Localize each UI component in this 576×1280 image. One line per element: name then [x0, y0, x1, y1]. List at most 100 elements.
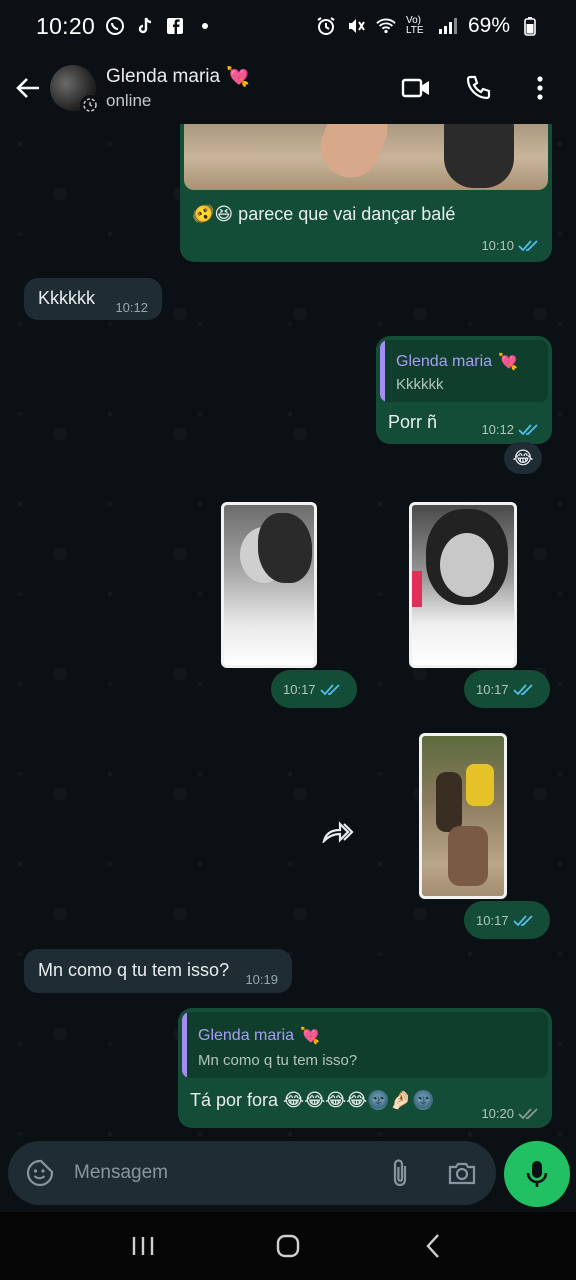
tiktok-icon	[135, 16, 155, 36]
contact-emoji: 💘	[226, 67, 250, 88]
image-attachment[interactable]	[184, 124, 548, 190]
more-options-button[interactable]	[518, 66, 562, 110]
message-meta: 10:10	[481, 238, 540, 253]
image-attachment[interactable]	[419, 733, 507, 899]
message-bubble-outgoing[interactable]: Glenda maria 💘 Mn como q tu tem isso? Tá…	[178, 1008, 552, 1128]
photo-face	[440, 533, 494, 597]
system-navigation-bar	[0, 1212, 576, 1280]
battery-percent: 69%	[467, 14, 510, 37]
sticker-icon	[26, 1159, 54, 1187]
forward-button[interactable]	[318, 812, 358, 852]
header-actions	[394, 66, 562, 110]
message-time: 10:17	[283, 682, 316, 697]
message-meta: 10:17	[283, 682, 342, 697]
status-time: 10:20	[36, 12, 96, 39]
quoted-message[interactable]: Glenda maria 💘 Kkkkkk	[380, 340, 548, 402]
read-receipt-icon	[518, 239, 538, 251]
wifi-icon	[376, 16, 396, 36]
message-bubble-outgoing[interactable]: 10:17	[271, 670, 357, 708]
signal-icon	[438, 16, 458, 36]
quote-author-name: Glenda maria	[396, 353, 493, 370]
message-meta: 10:20	[481, 1106, 540, 1121]
message-bubble-outgoing[interactable]: Glenda maria 💘 Kkkkkk Porr ñ 10:12	[376, 336, 552, 444]
quote-author-emoji: 💘	[498, 354, 518, 371]
message-time: 10:19	[245, 972, 278, 987]
message-meta: 10:12	[481, 422, 540, 437]
chat-header: Glenda maria 💘 online	[0, 52, 576, 124]
camera-button[interactable]	[440, 1151, 484, 1195]
network-label: Vo) LTE	[405, 15, 424, 36]
photo-red-accent	[412, 571, 422, 607]
message-text: 🫨😆 parece que vai dançar balé	[192, 204, 456, 224]
home-icon	[276, 1234, 300, 1258]
facebook-icon	[165, 16, 185, 36]
image-attachment[interactable]	[409, 502, 517, 668]
home-button[interactable]	[258, 1221, 318, 1271]
message-bubble-outgoing[interactable]: 🫨😆 parece que vai dançar balé 10:10	[180, 124, 552, 262]
message-text: Tá por fora 😂😂😂😂🌚🤌🏻🌚	[190, 1090, 435, 1110]
message-time: 10:10	[481, 238, 514, 253]
quote-text: Mn como q tu tem isso?	[198, 1052, 358, 1069]
delivered-receipt-icon	[518, 1107, 538, 1119]
quote-bar	[182, 1012, 187, 1078]
quote-author-name: Glenda maria	[198, 1027, 295, 1044]
message-text: Kkkkkk	[38, 288, 96, 308]
voice-message-button[interactable]	[504, 1141, 570, 1207]
message-text: Mn como q tu tem isso?	[38, 960, 230, 980]
video-call-button[interactable]	[394, 66, 438, 110]
message-input[interactable]	[74, 1153, 378, 1193]
message-time: 10:20	[481, 1106, 514, 1121]
voice-call-button[interactable]	[456, 66, 500, 110]
message-meta: 10:17	[476, 682, 535, 697]
read-receipt-icon	[518, 423, 538, 435]
chevron-left-icon	[426, 1234, 440, 1258]
message-bubble-outgoing[interactable]: 10:17	[464, 670, 550, 708]
message-time: 10:12	[115, 300, 148, 315]
read-receipt-icon	[512, 683, 533, 695]
recent-apps-button[interactable]	[113, 1221, 173, 1271]
attach-button[interactable]	[378, 1151, 422, 1195]
contact-name: Glenda maria	[106, 66, 221, 87]
quote-text: Kkkkkk	[396, 376, 444, 393]
mute-icon	[346, 16, 366, 36]
whatsapp-icon	[105, 16, 125, 36]
system-back-button[interactable]	[403, 1221, 463, 1271]
message-time: 10:17	[476, 682, 509, 697]
battery-icon	[520, 16, 540, 36]
photo-legs	[448, 826, 488, 886]
photo-player-dark	[436, 772, 462, 832]
message-text: Porr ñ	[388, 412, 438, 432]
contact-info[interactable]: Glenda maria 💘 online	[106, 65, 250, 111]
image-attachment[interactable]	[221, 502, 317, 668]
phone-icon	[466, 75, 491, 100]
microphone-icon	[526, 1161, 548, 1187]
message-meta: 10:17	[476, 913, 535, 928]
chat-area[interactable]: 🫨😆 parece que vai dançar balé 10:10 Kkkk…	[0, 124, 576, 1144]
avatar[interactable]	[50, 65, 100, 115]
message-bubble-incoming[interactable]: Kkkkkk 10:12	[24, 278, 162, 320]
photo-hair	[258, 513, 312, 583]
read-receipt-icon	[319, 683, 340, 695]
camera-icon	[448, 1162, 476, 1185]
video-camera-icon	[401, 78, 429, 98]
sticker-button[interactable]	[18, 1151, 62, 1195]
recents-icon	[132, 1237, 153, 1255]
forward-icon	[322, 821, 354, 843]
kebab-menu-icon	[537, 76, 543, 100]
status-ring-icon	[80, 95, 100, 115]
message-bubble-incoming[interactable]: Mn como q tu tem isso? 10:19	[24, 949, 292, 993]
read-receipt-icon	[512, 914, 533, 926]
quote-author: Glenda maria 💘	[396, 352, 518, 372]
status-bar: 10:20 Vo) LTE 69%	[0, 0, 576, 52]
message-time: 10:12	[481, 422, 514, 437]
back-button[interactable]	[6, 66, 50, 110]
paperclip-icon	[393, 1159, 407, 1187]
quoted-message[interactable]: Glenda maria 💘 Mn como q tu tem isso?	[182, 1012, 548, 1078]
status-right: Vo) LTE 69%	[316, 14, 540, 38]
reaction-badge[interactable]: 😂	[504, 442, 542, 474]
notification-dot-icon	[195, 16, 215, 36]
message-composer	[8, 1141, 496, 1205]
message-bubble-outgoing[interactable]: 10:17	[464, 901, 550, 939]
quote-author: Glenda maria 💘	[198, 1026, 320, 1046]
photo-figure-leg	[312, 124, 396, 186]
